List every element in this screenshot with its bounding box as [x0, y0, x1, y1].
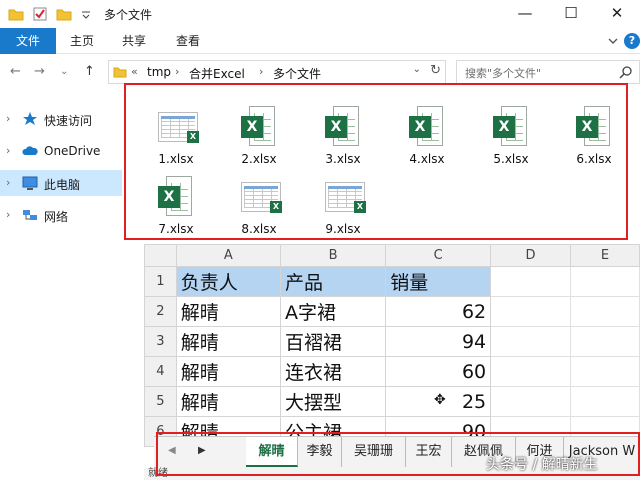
breadcrumb-separator-icon: ›: [259, 65, 264, 78]
refresh-icon[interactable]: ↻: [430, 63, 441, 78]
tab-view[interactable]: 查看: [168, 28, 208, 54]
nav-item-quick-access[interactable]: › 快速访问: [0, 106, 122, 132]
search-input[interactable]: 搜索"多个文件": [456, 60, 640, 84]
row-header[interactable]: 2: [144, 296, 177, 327]
column-header[interactable]: D: [490, 244, 571, 267]
cell[interactable]: [569, 326, 640, 357]
cell[interactable]: A字裙: [279, 296, 387, 327]
star-icon: [23, 112, 37, 125]
table-row: 4 解晴 连衣裙 60: [144, 356, 640, 387]
folder-icon: [113, 67, 127, 78]
network-icon: [23, 210, 37, 220]
nav-item-onedrive[interactable]: › OneDrive: [0, 138, 122, 164]
tab-share[interactable]: 共享: [114, 28, 154, 54]
nav-label: OneDrive: [44, 144, 101, 158]
properties-icon[interactable]: [32, 6, 48, 22]
row-header[interactable]: 1: [144, 266, 177, 297]
breadcrumb-merge-excel[interactable]: 合并Excel: [189, 65, 245, 82]
column-header[interactable]: A: [175, 244, 281, 267]
minimize-button[interactable]: —: [502, 0, 548, 28]
column-header[interactable]: E: [569, 244, 640, 267]
watermark: 头条号 / 解晴新生: [486, 457, 598, 473]
column-header[interactable]: B: [279, 244, 387, 267]
cell[interactable]: 产品: [279, 266, 387, 297]
table-row: 5 解晴 大摆型 25: [144, 386, 640, 417]
cell[interactable]: 百褶裙: [279, 326, 387, 357]
table-row: 1 负责人 产品 销量: [144, 266, 640, 297]
worksheet-table: A B C D E 1 负责人 产品 销量 2 解晴 A字裙 62 3 解晴 百…: [144, 244, 640, 447]
cell[interactable]: [569, 356, 640, 387]
forward-icon[interactable]: →: [34, 64, 45, 79]
breadcrumb-separator-icon: ›: [175, 65, 180, 78]
address-bar[interactable]: « tmp › 合并Excel › 多个文件 ⌄ ↻: [108, 60, 446, 84]
overflow-chevron[interactable]: «: [131, 65, 138, 78]
cell[interactable]: [490, 326, 571, 357]
new-folder-icon[interactable]: [56, 6, 72, 22]
customize-toolbar-icon[interactable]: [80, 8, 92, 20]
breadcrumb-current[interactable]: 多个文件: [273, 65, 321, 82]
cell[interactable]: 销量: [385, 266, 492, 297]
table-row: 2 解晴 A字裙 62: [144, 296, 640, 327]
search-icon[interactable]: [619, 65, 633, 79]
cell[interactable]: 大摆型: [279, 386, 387, 417]
nav-item-this-pc[interactable]: › 此电脑: [0, 170, 122, 196]
row-header[interactable]: 4: [144, 356, 177, 387]
cell[interactable]: [569, 266, 640, 297]
cell[interactable]: [490, 386, 571, 417]
title-bar: 多个文件 — ☐ ✕: [0, 0, 640, 28]
expand-chevron-icon[interactable]: ›: [6, 208, 10, 221]
files-highlight-box: [124, 83, 628, 240]
row-header[interactable]: 5: [144, 386, 177, 417]
cell[interactable]: [569, 296, 640, 327]
ribbon-tabs: 文件 主页 共享 查看 ?: [0, 28, 640, 94]
ribbon-expand-icon[interactable]: [606, 35, 620, 47]
cell[interactable]: 解晴: [175, 326, 281, 357]
tab-home[interactable]: 主页: [62, 28, 102, 54]
cell[interactable]: [490, 296, 571, 327]
close-button[interactable]: ✕: [594, 0, 640, 28]
nav-label: 此电脑: [44, 178, 81, 192]
nav-item-network[interactable]: › 网络: [0, 202, 122, 228]
cell[interactable]: 连衣裙: [279, 356, 387, 387]
cell[interactable]: 解晴: [175, 296, 281, 327]
navigation-pane: › 快速访问 › OneDrive › 此电脑 › 网络: [0, 92, 122, 480]
window-title: 多个文件: [104, 8, 153, 22]
nav-label: 快速访问: [44, 114, 93, 128]
cell[interactable]: 62: [385, 296, 492, 327]
up-icon[interactable]: ↑: [84, 64, 95, 79]
nav-label: 网络: [44, 210, 69, 224]
breadcrumb-tmp[interactable]: tmp: [147, 65, 171, 79]
cell[interactable]: [490, 356, 571, 387]
cell[interactable]: 负责人: [175, 266, 281, 297]
expand-chevron-icon[interactable]: ›: [6, 176, 10, 189]
back-icon[interactable]: ←: [10, 64, 21, 79]
recent-locations-icon[interactable]: ⌄: [60, 66, 68, 77]
table-row: 3 解晴 百褶裙 94: [144, 326, 640, 357]
search-placeholder: 搜索"多个文件": [465, 67, 542, 80]
expand-chevron-icon[interactable]: ›: [6, 144, 10, 157]
cell[interactable]: 解晴: [175, 356, 281, 387]
maximize-button[interactable]: ☐: [548, 0, 594, 28]
select-all-corner[interactable]: [144, 244, 177, 267]
help-icon[interactable]: ?: [624, 33, 640, 49]
cell[interactable]: [490, 266, 571, 297]
column-header[interactable]: C: [385, 244, 492, 267]
move-cursor-icon: ✥: [434, 392, 446, 408]
cell[interactable]: 解晴: [175, 386, 281, 417]
row-header[interactable]: 3: [144, 326, 177, 357]
cloud-icon: [22, 146, 38, 155]
address-dropdown-icon[interactable]: ⌄: [413, 64, 421, 75]
cell[interactable]: 60: [385, 356, 492, 387]
folder-icon[interactable]: [8, 6, 24, 22]
expand-chevron-icon[interactable]: ›: [6, 112, 10, 125]
cell[interactable]: [569, 386, 640, 417]
cell[interactable]: 94: [385, 326, 492, 357]
computer-icon: [22, 176, 38, 190]
